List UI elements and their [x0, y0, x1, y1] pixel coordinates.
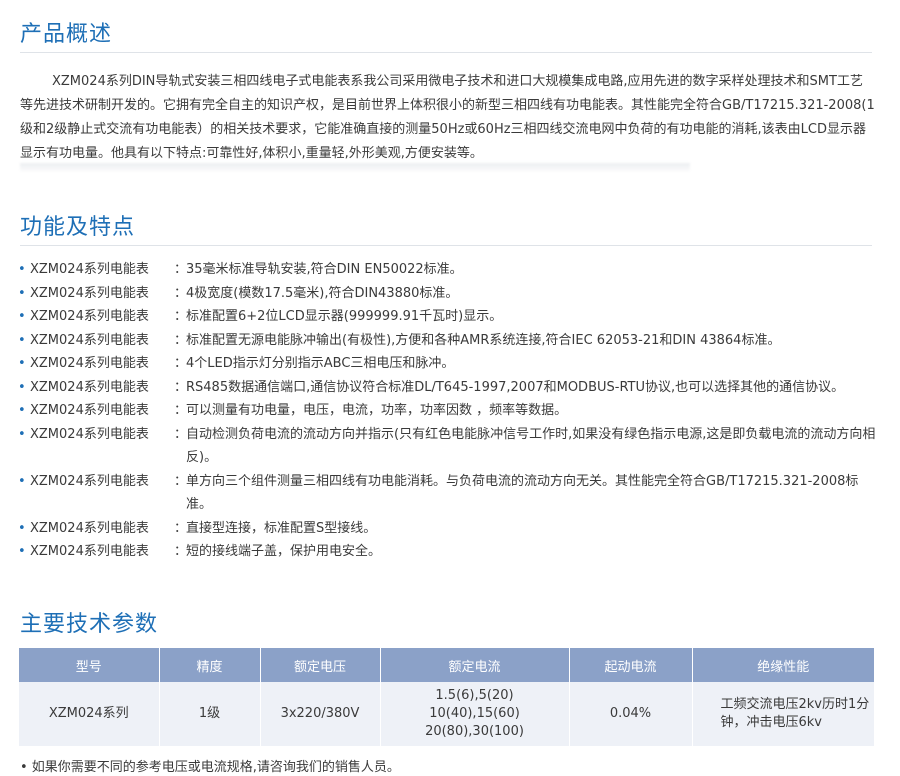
bullet-icon: •	[18, 356, 26, 371]
feature-name: XZM024系列电能表	[30, 473, 149, 489]
list-item: • XZM024系列电能表 ：可以测量有功电量，电压，电流，功率，功率因数 ，频率等…	[18, 399, 883, 423]
feature-separator: ：	[174, 426, 188, 442]
list-item: • XZM024系列电能表 ：标准配置无源电能脉冲输出(有极性),方便和各种AMR系…	[18, 329, 883, 353]
specs-title: 主要技术参数	[20, 612, 159, 637]
feature-desc: 可以测量有功电量，电压，电流，功率，功率因数 ，频率等数据。	[186, 403, 568, 418]
current-line: 20(80),30(100)	[425, 724, 524, 739]
feature-name: XZM024系列电能表	[30, 426, 149, 442]
list-item: • XZM024系列电能表 ： 4个LED指示灯分别指示ABC三相电压和脉冲。	[18, 352, 883, 376]
list-item: • XZM024系列电能表 ：标准配置6+2位LCD显示器(999999.91千瓦时…	[18, 305, 883, 329]
feature-name: XZM024系列电能表	[30, 356, 149, 371]
footnote: • 如果你需要不同的参考电压或电流规格,请咨询我们的销售人员。	[20, 760, 400, 775]
bullet-icon: •	[18, 309, 26, 324]
list-item: • XZM024系列电能表 ： 4极宽度(模数17.5毫米),符合DIN43880标准…	[18, 282, 883, 306]
cell-start-current: 0.04%	[569, 682, 693, 746]
list-item: • XZM024系列电能表 ：单方向三个组件测量三相四线有功电能消耗。与负荷电流的流…	[18, 470, 883, 517]
decorative-shadow	[20, 163, 690, 173]
column-header-accuracy: 精度	[159, 648, 261, 682]
bullet-icon: •	[18, 262, 26, 277]
feature-name: XZM024系列电能表	[30, 520, 149, 536]
feature-name: XZM024系列电能表	[30, 285, 149, 301]
bullet-icon: •	[18, 332, 26, 348]
column-header-current: 额定电流	[380, 648, 570, 682]
column-header-start-current: 起动电流	[569, 648, 693, 682]
column-header-model: 型号	[19, 648, 160, 682]
feature-desc: 35毫米标准导轨安装,符合DIN EN50022标准。	[186, 262, 463, 277]
feature-separator: ：	[174, 285, 188, 301]
cell-voltage: 3x220/380V	[260, 682, 381, 746]
features-divider	[20, 245, 872, 246]
column-header-insulation: 绝缘性能	[692, 648, 874, 682]
features-list: • XZM024系列电能表： 35毫米标准导轨安装,符合DIN EN50022标准。…	[18, 258, 883, 564]
bullet-icon: •	[18, 473, 26, 489]
feature-desc: 4极宽度(模数17.5毫米),符合DIN43880标准。	[186, 285, 459, 301]
current-line: 10(40),15(60)	[429, 706, 520, 721]
feature-separator: ：	[174, 309, 188, 324]
feature-desc: 自动检测负荷电流的流动方向并指示(只有红色电能脉冲信号工作时,如果没有绿色指示电…	[186, 426, 876, 466]
overview-text: XZM024系列DIN导轨式安装三相四线电子式电能表系我公司采用微电子技术和进口…	[20, 74, 875, 161]
bullet-icon: •	[18, 520, 26, 536]
overview-title: 产品概述	[20, 22, 113, 47]
overview-divider	[20, 52, 872, 53]
list-item: • XZM024系列电能表 ：短的接线端子盖，保护用电安全。	[18, 540, 883, 564]
feature-desc: 4个LED指示灯分别指示ABC三相电压和脉冲。	[186, 356, 455, 371]
feature-desc: 短的接线端子盖，保护用电安全。	[186, 544, 382, 559]
feature-separator: ：	[174, 544, 188, 559]
list-item: • XZM024系列电能表 ： RS485数据通信端口,通信协议符合标准DL/T645…	[18, 376, 883, 400]
feature-desc: 单方向三个组件测量三相四线有功电能消耗。与负荷电流的流动方向无关。其性能完全符合…	[186, 473, 859, 513]
bullet-icon: •	[18, 403, 26, 418]
feature-name: XZM024系列电能表	[30, 262, 149, 277]
list-item: • XZM024系列电能表 ：直接型连接，标准配置S型接线。	[18, 517, 883, 541]
feature-desc: 标准配置无源电能脉冲输出(有极性),方便和各种AMR系统连接,符合IEC 620…	[186, 332, 781, 348]
feature-name: XZM024系列电能表	[30, 403, 149, 418]
feature-separator: ：	[174, 473, 188, 489]
cell-accuracy: 1级	[159, 682, 261, 746]
specs-table: 型号 精度 额定电压 额定电流 起动电流 绝缘性能 XZM024系列 1级 3x…	[19, 648, 874, 746]
feature-name: XZM024系列电能表	[30, 309, 149, 324]
table-row: XZM024系列 1级 3x220/380V 1.5(6),5(20) 10(4…	[19, 682, 874, 746]
feature-separator: ：	[174, 356, 188, 371]
list-item: • XZM024系列电能表 ： 35毫米标准导轨安装,符合DIN EN50022标准。	[18, 258, 883, 282]
feature-separator: ：	[174, 262, 188, 277]
feature-separator: ：	[174, 332, 188, 348]
feature-desc: 标准配置6+2位LCD显示器(999999.91千瓦时)显示。	[186, 309, 503, 324]
bullet-icon: •	[18, 285, 26, 301]
feature-desc: RS485数据通信端口,通信协议符合标准DL/T645-1997,2007和MO…	[186, 379, 845, 395]
feature-name: XZM024系列电能表	[30, 544, 149, 559]
bullet-icon: •	[18, 379, 26, 395]
cell-current: 1.5(6),5(20) 10(40),15(60) 20(80),30(100…	[380, 682, 570, 746]
feature-desc: 直接型连接，标准配置S型接线。	[186, 520, 377, 536]
current-line: 1.5(6),5(20)	[435, 688, 514, 703]
column-header-voltage: 额定电压	[260, 648, 381, 682]
feature-separator: ：	[174, 403, 188, 418]
bullet-icon: •	[18, 544, 26, 559]
cell-model: XZM024系列	[19, 682, 160, 746]
features-title: 功能及特点	[20, 215, 136, 240]
feature-separator: ：	[174, 520, 188, 536]
table-header-row: 型号 精度 额定电压 额定电流 起动电流 绝缘性能	[19, 648, 874, 682]
feature-separator: ：	[174, 379, 188, 395]
feature-name: XZM024系列电能表	[30, 379, 149, 395]
feature-name: XZM024系列电能表	[30, 332, 149, 348]
list-item: • XZM024系列电能表 ：自动检测负荷电流的流动方向并指示(只有红色电能脉冲信号…	[18, 423, 883, 470]
cell-insulation: 工频交流电压2kv历时1分钟，冲击电压6kv	[692, 682, 874, 746]
bullet-icon: •	[18, 426, 26, 442]
